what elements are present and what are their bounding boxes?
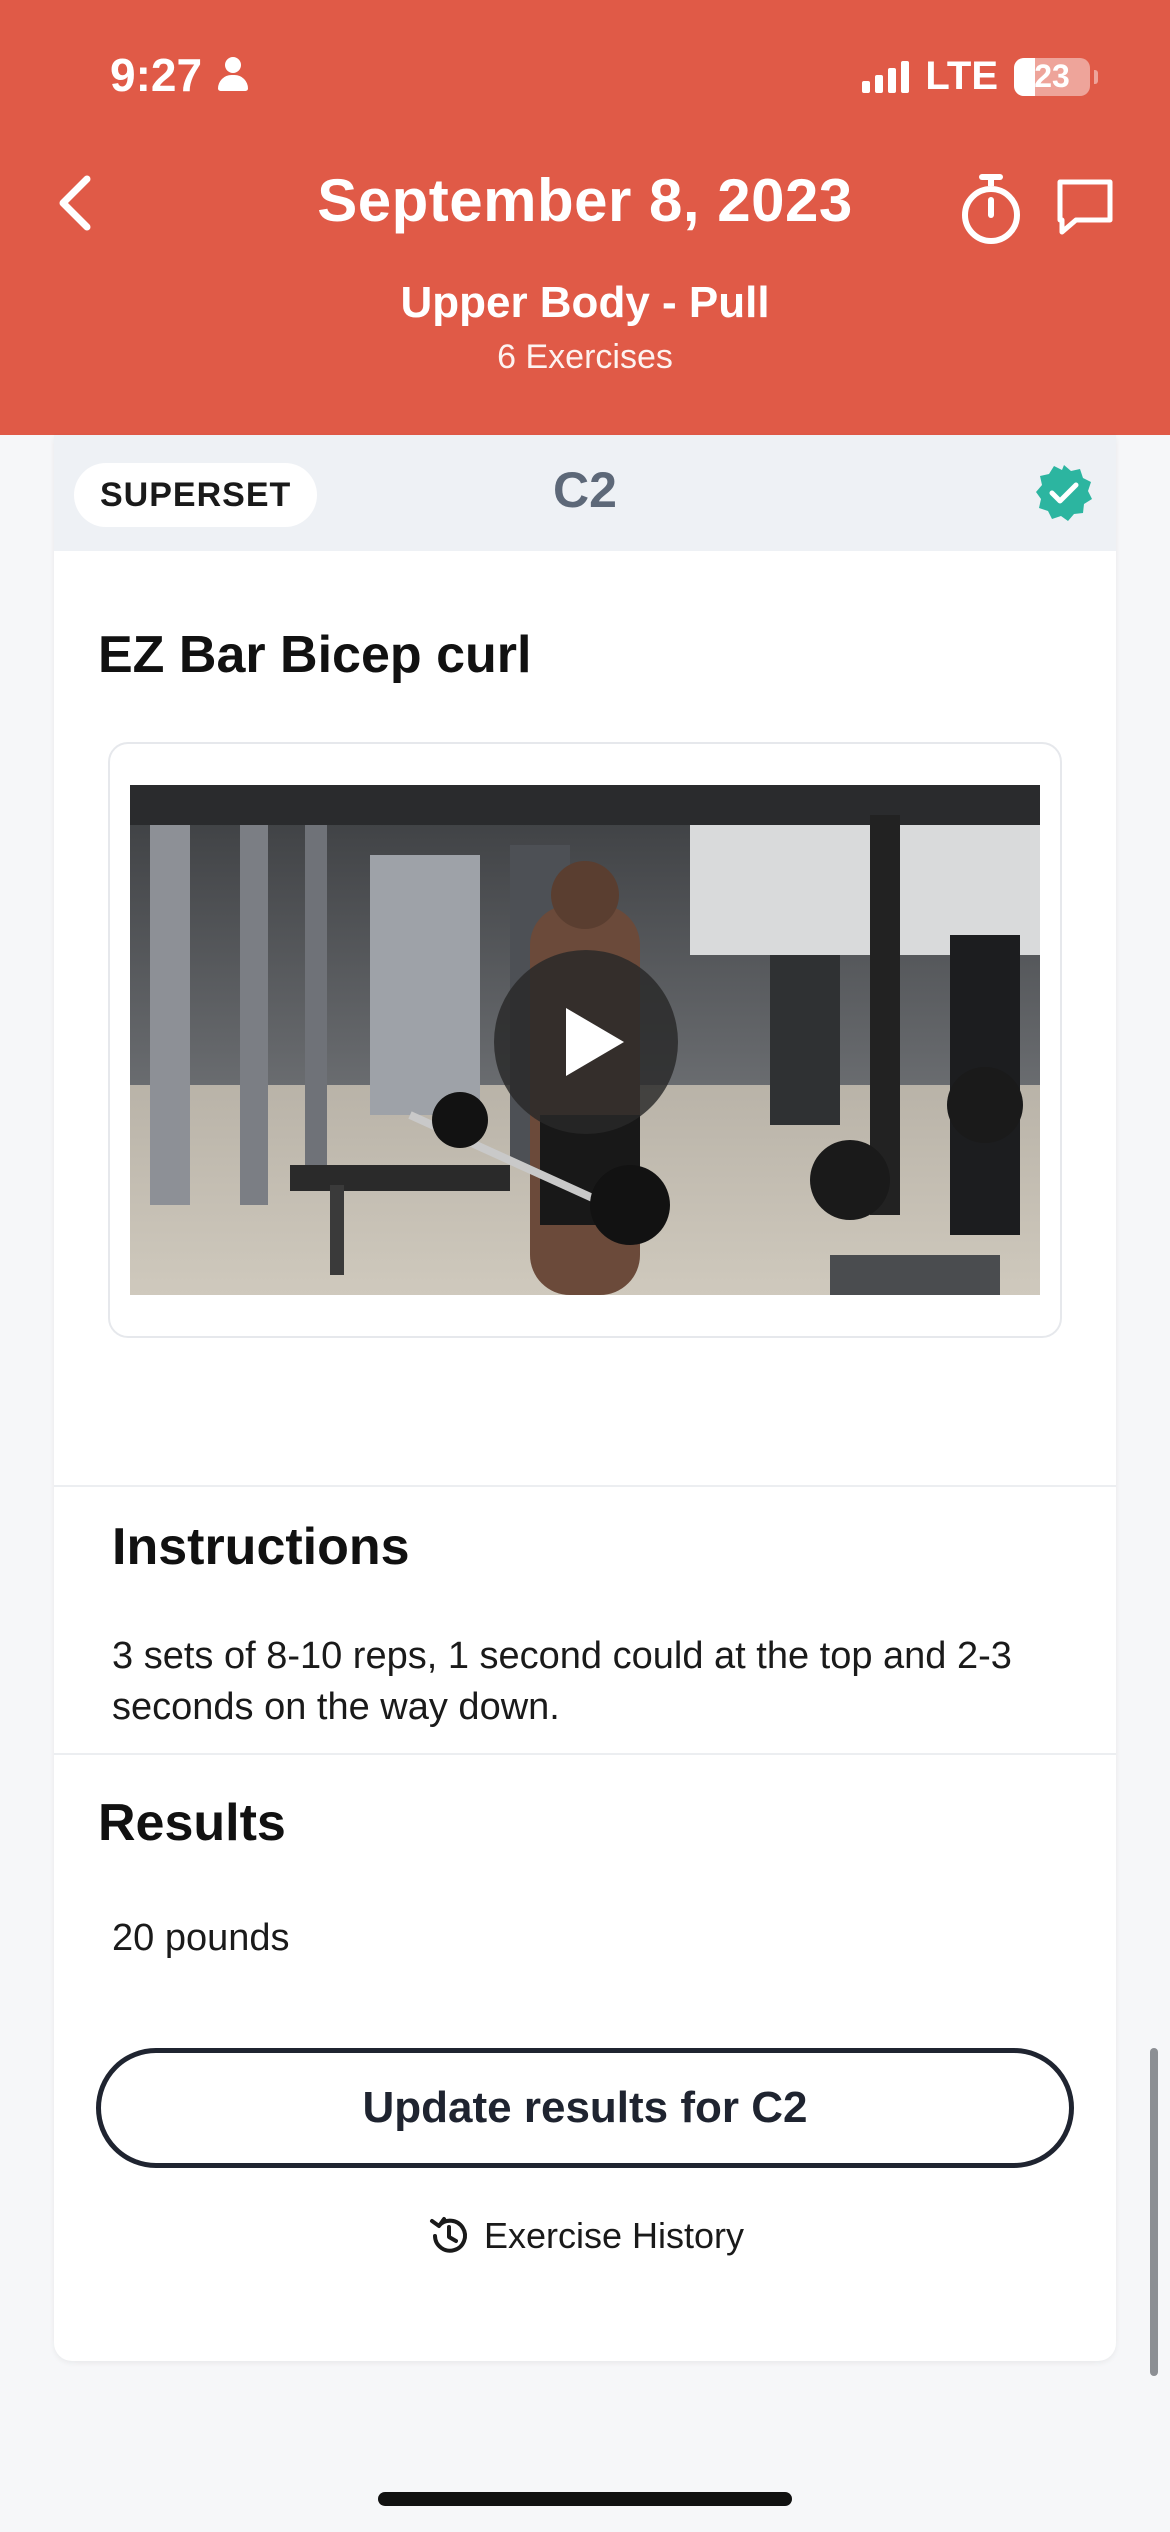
signal-icon (862, 60, 910, 93)
battery-icon: 23 (1014, 57, 1098, 96)
instructions-text: 3 sets of 8-10 reps, 1 second could at t… (112, 1635, 1012, 1728)
status-time-text: 9:27 (110, 49, 203, 101)
scrollbar[interactable] (1150, 2048, 1158, 2376)
stopwatch-icon (962, 174, 1020, 244)
home-indicator[interactable] (378, 2492, 792, 2506)
chat-icon (1057, 179, 1113, 235)
person-icon (216, 55, 250, 95)
verified-icon (1036, 465, 1092, 521)
workout-name: Upper Body - Pull (400, 278, 770, 327)
exercise-history-label: Exercise History (483, 2215, 745, 2256)
results-title: Results (98, 1794, 286, 1852)
status-time: 9:27 (110, 48, 250, 102)
exercise-count: 6 Exercises (497, 338, 673, 376)
exercise-card: SUPERSET C2 EZ Bar Bicep curl Instructio… (54, 435, 1116, 2361)
chat-button[interactable] (1052, 174, 1118, 240)
status-indicators: LTE 23 (862, 54, 1098, 99)
exercise-history-link[interactable]: Exercise History (54, 2213, 1116, 2259)
play-button[interactable] (494, 950, 678, 1134)
section-divider (54, 1485, 1116, 1487)
instructions-title: Instructions (112, 1518, 410, 1576)
timer-button[interactable] (958, 172, 1024, 246)
battery-level: 23 (1034, 58, 1070, 94)
network-label: LTE (925, 54, 998, 98)
history-icon (429, 2217, 467, 2253)
play-icon (494, 950, 678, 1134)
group-label: C2 (553, 462, 617, 518)
section-divider (54, 1753, 1116, 1755)
exercise-title: EZ Bar Bicep curl (98, 626, 532, 684)
app-header: 9:27 LTE 23 September 8, 2023 Upper Body… (0, 0, 1170, 435)
results-value: 20 pounds (112, 1917, 290, 1959)
update-results-button[interactable]: Update results for C2 (96, 2048, 1074, 2168)
superset-bar: SUPERSET C2 (54, 435, 1116, 551)
